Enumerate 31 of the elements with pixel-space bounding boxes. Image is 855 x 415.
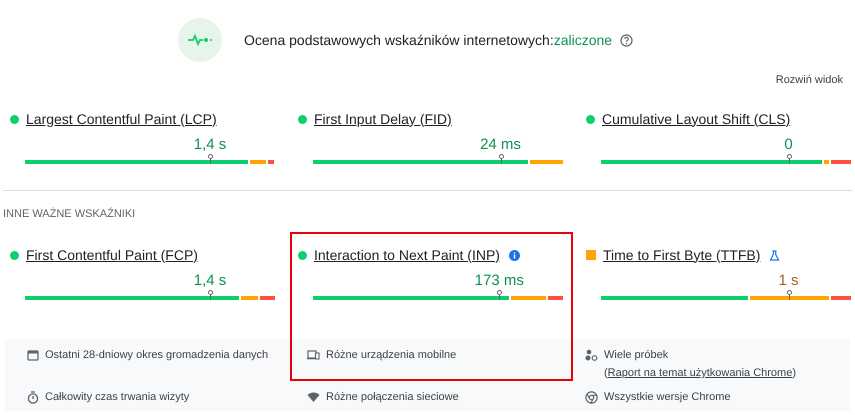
summary-title: Ocena podstawowych wskaźników internetowych:zaliczone (244, 30, 612, 50)
metric-value: 173 ms (474, 271, 524, 291)
metric-value: 0 (784, 135, 793, 155)
footer-text: Wszystkie wersje Chrome (604, 390, 731, 405)
footer-text: Ostatni 28-dniowy okres gromadzenia danych (45, 348, 268, 363)
info-icon[interactable] (508, 250, 520, 260)
section-label: INNE WAŻNE WSKAŹNIKI (2, 206, 136, 220)
metric-link[interactable]: First Input Delay (FID) (314, 108, 452, 130)
marker-pin (786, 154, 792, 164)
footer-text: Wiele próbek (Raport na temat użytkowania Chrome) (604, 348, 797, 381)
marker-pin (498, 154, 504, 164)
metric-value: 24 ms (480, 135, 521, 155)
metric-link[interactable]: Largest Contentful Paint (LCP) (26, 108, 217, 130)
marker-pin (208, 290, 213, 300)
marker-pin (497, 290, 502, 300)
metric-value: 1 s (778, 271, 798, 291)
metric-value: 1,4 s (194, 135, 226, 155)
help-icon[interactable] (620, 34, 634, 46)
metric-link[interactable]: Cumulative Layout Shift (CLS) (602, 108, 790, 130)
metric-link[interactable]: Time to First Byte (TTFB) (603, 244, 760, 266)
footer-text: Całkowity czas trwania wizyty (45, 390, 190, 405)
marker-pin (208, 154, 213, 164)
footer-text: Różne urządzenia mobilne (326, 348, 456, 363)
metric-link[interactable]: Interaction to Next Paint (INP) (314, 244, 500, 266)
report-link[interactable]: Raport na temat użytkowania Chrome (608, 367, 792, 379)
metric-link[interactable]: First Contentful Paint (FCP) (26, 244, 198, 266)
footer-text: Różne połączenia sieciowe (326, 390, 459, 405)
metric-value: 1,4 s (194, 271, 226, 291)
pulse-icon (178, 18, 222, 62)
marker-pin (786, 290, 792, 300)
expand-view-button[interactable]: Rozwiń widok (776, 70, 843, 90)
